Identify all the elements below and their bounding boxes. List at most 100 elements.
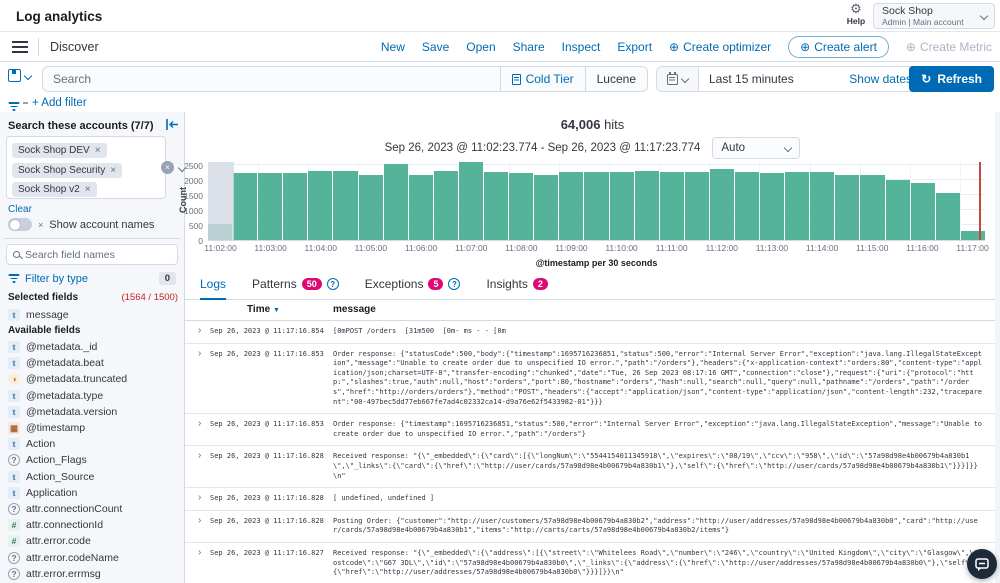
histogram-bar[interactable]: [785, 172, 809, 240]
field-item[interactable]: ?attr.error.codeName: [8, 549, 127, 565]
expand-row-icon[interactable]: ›: [198, 515, 201, 526]
field-item[interactable]: ?Action_Flags: [8, 452, 127, 468]
expand-row-icon[interactable]: ›: [198, 348, 201, 359]
histogram-bar[interactable]: [660, 172, 684, 240]
histogram-bar[interactable]: [484, 172, 508, 240]
remove-tag-icon[interactable]: ×: [95, 145, 101, 156]
histogram-bar[interactable]: [283, 173, 307, 240]
saved-queries-button[interactable]: [8, 69, 31, 82]
field-item[interactable]: ▦@timestamp: [8, 420, 127, 436]
expand-row-icon[interactable]: ›: [198, 418, 201, 429]
cold-tier-button[interactable]: Cold Tier: [500, 67, 585, 91]
tab-insights[interactable]: Insights2: [486, 277, 547, 300]
histogram-bar[interactable]: [635, 171, 659, 240]
histogram-bar[interactable]: [835, 175, 859, 240]
histogram-bar[interactable]: [886, 180, 910, 240]
histogram-bar[interactable]: [559, 172, 583, 240]
histogram-bar[interactable]: [961, 231, 985, 240]
help-menu[interactable]: ⚙ Help: [843, 2, 869, 26]
time-column-header[interactable]: Time ▼: [247, 304, 280, 315]
field-item[interactable]: ?attr.error.errmsg: [8, 566, 127, 582]
histogram-bar[interactable]: [760, 173, 784, 240]
help-question-icon[interactable]: ?: [448, 278, 460, 290]
histogram-bar[interactable]: [610, 172, 634, 240]
histogram-bar[interactable]: [710, 169, 734, 240]
field-item[interactable]: ?attr.connectionCount: [8, 501, 127, 517]
nav-link-save[interactable]: Save: [422, 40, 449, 54]
account-selector[interactable]: Sock Shop Admin | Main account: [873, 3, 995, 29]
create-optimizer-button[interactable]: ⊕ Create optimizer: [669, 40, 771, 54]
menu-icon[interactable]: [12, 41, 28, 53]
show-account-names-toggle[interactable]: × Show account names: [8, 218, 154, 231]
histogram-bar[interactable]: [384, 164, 408, 240]
tab-logs[interactable]: Logs: [200, 277, 226, 300]
histogram[interactable]: [208, 162, 985, 240]
query-language-button[interactable]: Lucene: [585, 67, 647, 91]
clear-link[interactable]: Clear: [8, 204, 32, 215]
create-alert-button[interactable]: ⊕ Create alert: [788, 36, 889, 58]
field-item[interactable]: tmessage: [8, 307, 69, 323]
add-filter-button[interactable]: + Add filter: [32, 97, 87, 109]
field-item[interactable]: t@metadata.beat: [8, 355, 127, 371]
nav-link-new[interactable]: New: [381, 40, 405, 54]
remove-tag-icon[interactable]: ×: [110, 165, 116, 176]
histogram-bar[interactable]: [584, 172, 608, 240]
search-input[interactable]: [43, 67, 500, 91]
field-item[interactable]: #attr.connectionId: [8, 517, 127, 533]
field-item[interactable]: tAction: [8, 436, 127, 452]
filter-by-type-button[interactable]: Filter by type 0: [8, 272, 176, 285]
histogram-bar[interactable]: [308, 171, 332, 240]
field-item[interactable]: tApplication: [8, 485, 127, 501]
expand-row-icon[interactable]: ›: [198, 450, 201, 461]
field-item[interactable]: tAction_Source: [8, 469, 127, 485]
tab-patterns[interactable]: Patterns50?: [252, 277, 339, 300]
histogram-bar[interactable]: [735, 172, 759, 240]
field-search-input[interactable]: [25, 249, 155, 261]
nav-link-export[interactable]: Export: [617, 40, 652, 54]
string-field-icon: t: [8, 406, 20, 418]
histogram-bar[interactable]: [810, 172, 834, 240]
histogram-bar[interactable]: [911, 183, 935, 240]
nav-link-share[interactable]: Share: [513, 40, 545, 54]
expand-row-icon[interactable]: ›: [198, 325, 201, 336]
remove-tag-icon[interactable]: ×: [85, 184, 91, 195]
histogram-bar[interactable]: [233, 173, 257, 240]
clear-accounts-icon[interactable]: ×: [161, 161, 174, 174]
histogram-bar[interactable]: [333, 171, 357, 240]
account-tag[interactable]: Sock Shop Security×: [12, 163, 122, 178]
chat-widget-button[interactable]: [967, 549, 997, 579]
histogram-bar[interactable]: [258, 173, 282, 240]
histogram-bar[interactable]: [509, 173, 533, 240]
field-name: Action_Flags: [26, 454, 87, 466]
calendar-menu-button[interactable]: [657, 67, 699, 91]
histogram-bar[interactable]: [359, 175, 383, 240]
field-item[interactable]: t@metadata.type: [8, 388, 127, 404]
histogram-bar[interactable]: [685, 172, 709, 240]
accounts-filter-box[interactable]: Sock Shop DEV× Sock Shop Security× Sock Sh…: [6, 136, 166, 199]
field-item[interactable]: t@metadata.version: [8, 404, 127, 420]
toggle-switch[interactable]: [8, 218, 32, 231]
account-tags: Sock Shop DEV× Sock Shop Security× Sock Sh…: [12, 140, 160, 199]
histogram-bar[interactable]: [434, 171, 458, 240]
histogram-bar[interactable]: [860, 175, 884, 240]
tab-exceptions[interactable]: Exceptions5?: [365, 277, 461, 300]
interval-select[interactable]: Auto: [712, 137, 800, 159]
histogram-bar[interactable]: [459, 162, 483, 240]
account-tag[interactable]: Sock Shop v2×: [12, 182, 97, 197]
collapse-sidebar-icon[interactable]: [166, 119, 179, 130]
expand-row-icon[interactable]: ›: [198, 492, 201, 503]
nav-link-open[interactable]: Open: [466, 40, 495, 54]
refresh-button[interactable]: ↻ Refresh: [909, 66, 994, 92]
field-item[interactable]: #attr.error.code: [8, 533, 127, 549]
histogram-bar[interactable]: [936, 193, 960, 240]
expand-row-icon[interactable]: ›: [198, 547, 201, 558]
field-item[interactable]: ◑@metadata.truncated: [8, 371, 127, 387]
time-range-button[interactable]: Last 15 minutes: [699, 72, 849, 86]
histogram-bar[interactable]: [534, 175, 558, 240]
histogram-bar[interactable]: [409, 175, 433, 240]
scrollbar[interactable]: [995, 112, 1000, 583]
field-item[interactable]: t@metadata._id: [8, 339, 127, 355]
help-question-icon[interactable]: ?: [327, 278, 339, 290]
account-tag[interactable]: Sock Shop DEV×: [12, 143, 107, 158]
nav-link-inspect[interactable]: Inspect: [562, 40, 601, 54]
